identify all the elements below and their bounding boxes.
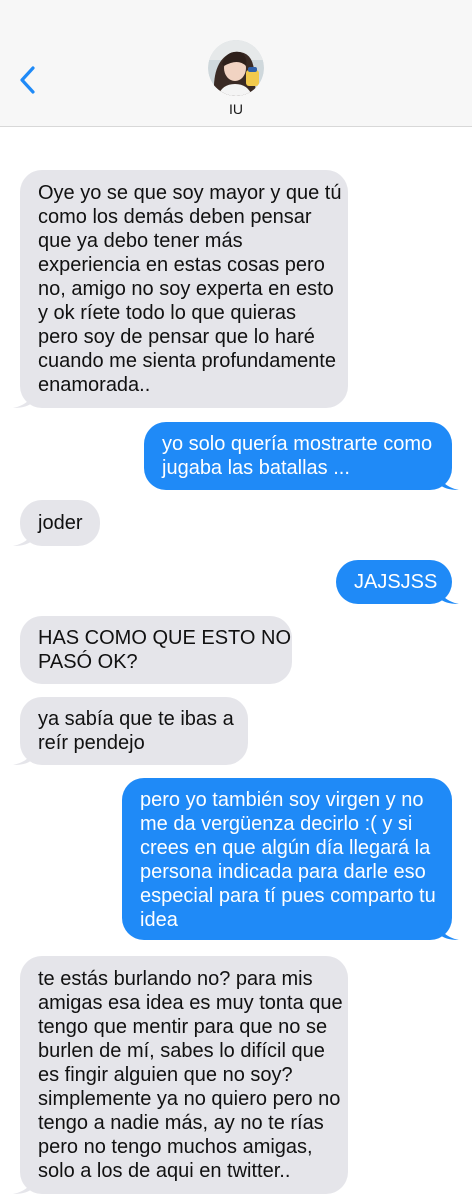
message-line: simplemente ya no quiero pero no <box>38 1088 341 1110</box>
message-bubble-incoming[interactable]: HAS COMO QUE ESTO NO PASÓ OK? <box>20 616 292 684</box>
message-line: joder <box>38 512 83 534</box>
message-line: Oye yo se que soy mayor y que tú <box>38 182 342 204</box>
conversation-header: IU <box>0 0 472 127</box>
bubble-tail <box>439 584 459 604</box>
bubble-tail <box>13 526 33 546</box>
message-line: especial para tí pues comparto tu <box>140 885 436 907</box>
message-bubble-incoming[interactable]: joder <box>13 500 100 546</box>
message-line: tengo a nadie más, ay no te rías <box>38 1112 324 1134</box>
message-line: te estás burlando no? para mis <box>38 968 313 990</box>
message-line: jugaba las batallas ... <box>162 457 350 479</box>
message-line: experiencia en estas cosas pero <box>38 254 325 276</box>
message-line: cuando me sienta profundamente <box>38 350 336 372</box>
contact-name[interactable]: IU <box>0 101 472 117</box>
message-line: me da vergüenza decirlo :( y si <box>140 813 413 835</box>
bubble-tail <box>439 470 459 490</box>
message-line: crees en que algún día llegará la <box>140 837 431 859</box>
message-line: persona indicada para darle eso <box>140 861 426 883</box>
message-line: que ya debo tener más <box>38 230 243 252</box>
message-line: no, amigo no soy experta en esto <box>38 278 334 300</box>
message-line: tengo que mentir para que no se <box>38 1016 328 1038</box>
message-bubble-outgoing[interactable]: yo solo quería mostrarte como jugaba las… <box>144 422 459 490</box>
message-line: pero yo también soy virgen y no <box>140 789 424 811</box>
bubble-tail <box>439 920 459 940</box>
message-line: y ok ríete todo lo que quieras <box>38 302 296 324</box>
bubble-tail <box>13 745 33 765</box>
message-line: como los demás deben pensar <box>38 206 312 228</box>
message-line: enamorada.. <box>38 374 151 396</box>
bubble-tail <box>13 388 33 408</box>
contact-avatar[interactable] <box>208 40 264 96</box>
back-button[interactable] <box>14 62 42 98</box>
message-line: pero soy de pensar que lo haré <box>38 326 315 348</box>
bubble-tail <box>13 1174 33 1194</box>
message-line: es fingir alguien que no soy? <box>38 1064 293 1086</box>
message-line: yo solo quería mostrarte como <box>162 433 433 455</box>
chevron-left-icon <box>20 66 35 94</box>
message-line: burlen de mí, sabes lo difícil que <box>38 1040 325 1062</box>
message-bubble-incoming[interactable]: te estás burlando no? para mis amigas es… <box>13 956 348 1194</box>
message-line: amigas esa idea es muy tonta que <box>38 992 343 1014</box>
message-line: idea <box>140 909 178 931</box>
message-bubble-outgoing[interactable]: JAJSJSS <box>336 560 459 604</box>
message-bubble-incoming[interactable]: Oye yo se que soy mayor y que tú como lo… <box>13 170 348 408</box>
message-line: JAJSJSS <box>354 571 438 593</box>
message-line: pero no tengo muchos amigas, <box>38 1136 313 1158</box>
message-line: ya sabía que te ibas a <box>38 708 234 730</box>
message-line: solo a los de aqui en twitter.. <box>38 1160 291 1182</box>
message-line: HAS COMO QUE ESTO NO <box>38 627 291 649</box>
message-line: PASÓ OK? <box>38 651 138 673</box>
avatar-photo <box>208 40 264 96</box>
message-bubble-outgoing[interactable]: pero yo también soy virgen y no me da ve… <box>122 778 459 940</box>
message-bubble-incoming[interactable]: ya sabía que te ibas a reír pendejo <box>13 697 248 765</box>
message-line: reír pendejo <box>38 732 145 754</box>
